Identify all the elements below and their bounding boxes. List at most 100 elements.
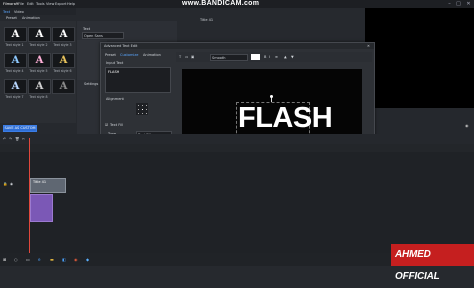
menu-file[interactable]: File xyxy=(18,2,24,6)
rotate-handle-icon[interactable] xyxy=(270,95,273,98)
preset-select[interactable]: Smooth xyxy=(210,54,248,61)
window-title-bar: Filmora9 File Edit Tools View Export Hel… xyxy=(0,0,474,8)
font-select-value: Open Sans xyxy=(84,33,103,38)
thumb-label: Text style 7 xyxy=(5,95,24,99)
delete-icon[interactable]: 🗑 xyxy=(15,137,19,141)
font-select[interactable]: Open Sans xyxy=(82,32,124,39)
thumb-label: Text style 4 xyxy=(5,69,24,73)
folder-icon[interactable]: ▬ xyxy=(50,257,54,262)
thumb-label: Text style 6 xyxy=(53,69,72,73)
thumb-label: Text style 3 xyxy=(53,43,72,47)
title-thumb-4[interactable]: A xyxy=(4,53,27,68)
title-preset-grid: A Text style 1 A Text style 2 A Text sty… xyxy=(0,21,76,132)
undo-icon[interactable]: ↶ xyxy=(3,137,6,141)
text-fill-label: Text Fill xyxy=(110,123,123,127)
logo-text: AHMED OFFICIAL xyxy=(395,249,440,282)
align-dot[interactable] xyxy=(137,108,139,110)
thumb-label: Text style 5 xyxy=(29,69,48,73)
menu-export[interactable]: Export xyxy=(55,2,66,6)
tab-video[interactable]: Video xyxy=(14,10,24,14)
tab-preset[interactable]: Preset xyxy=(105,53,116,57)
bold-icon[interactable]: B xyxy=(264,55,266,59)
preview-caption: Title 41 xyxy=(200,18,214,22)
canvas-text[interactable]: FLASH xyxy=(238,103,333,133)
align-icon[interactable]: ≡ xyxy=(275,55,278,59)
align-dot[interactable] xyxy=(145,104,147,106)
timeline xyxy=(0,144,474,253)
align-dot-selected[interactable] xyxy=(141,108,143,110)
search-icon[interactable]: ○ xyxy=(14,257,18,262)
menu-edit[interactable]: Edit xyxy=(27,2,34,6)
thumb-label: Text style 8 xyxy=(29,95,48,99)
shape-tool-icon[interactable]: ▭ xyxy=(185,55,188,59)
title-thumb-8[interactable]: A xyxy=(28,79,51,94)
layer-up-icon[interactable]: ▲ xyxy=(284,55,287,59)
title-thumb-7[interactable]: A xyxy=(4,79,27,94)
dialog-title: Advanced Text Edit xyxy=(104,44,138,48)
dialog-preview-toolbar: T ▭ ▣ Smooth B I ≡ ▲ ▼ xyxy=(176,52,372,62)
browser-icon[interactable]: e xyxy=(38,257,40,262)
text-tool-icon[interactable]: T xyxy=(179,55,181,59)
timeline-ruler[interactable] xyxy=(0,144,474,152)
cut-icon[interactable]: ✂ xyxy=(22,137,25,141)
preview-controls: ◉ xyxy=(365,108,474,136)
tab-preset[interactable]: Preset xyxy=(6,16,17,20)
video-preview xyxy=(365,8,474,118)
start-icon[interactable]: ⊞ xyxy=(3,257,6,262)
input-text-value: FLASH xyxy=(108,70,120,74)
snapshot-icon[interactable]: ◉ xyxy=(465,123,469,128)
tab-customize[interactable]: Customize xyxy=(120,53,138,57)
save-as-custom-button[interactable]: SAVE AS CUSTOM xyxy=(3,125,37,132)
menu-help[interactable]: Help xyxy=(67,2,75,6)
chrome-icon[interactable]: ◉ xyxy=(74,257,78,262)
tab-animation[interactable]: Animation xyxy=(143,53,161,57)
task-view-icon[interactable]: ▭ xyxy=(26,257,30,262)
alignment-label: Alignment xyxy=(106,97,124,101)
title-thumb-1[interactable]: A xyxy=(4,27,27,42)
settings-label: Settings xyxy=(84,82,99,86)
minimize-icon[interactable]: – xyxy=(446,1,453,7)
title-thumb-5[interactable]: A xyxy=(28,53,51,68)
text-fill-checkbox[interactable]: ☑ xyxy=(105,123,108,127)
align-dot[interactable] xyxy=(141,112,143,114)
align-dot[interactable] xyxy=(145,108,147,110)
lock-icon[interactable]: 🔒 xyxy=(3,182,7,186)
toolbar-color-swatch[interactable] xyxy=(251,54,260,60)
maximize-icon[interactable]: □ xyxy=(455,1,462,7)
menu-tools[interactable]: Tools xyxy=(36,2,45,6)
input-text-label: Input Text xyxy=(106,61,124,65)
timeline-toolbar: ↶ ↷ 🗑 ✂ xyxy=(0,134,474,144)
tab-text[interactable]: Text xyxy=(3,10,10,14)
close-icon[interactable]: ✕ xyxy=(465,1,472,7)
preset-select-value: Smooth xyxy=(212,55,226,60)
align-dot[interactable] xyxy=(145,112,147,114)
menu-view[interactable]: View xyxy=(46,2,54,6)
redo-icon[interactable]: ↷ xyxy=(9,137,12,141)
align-dot[interactable] xyxy=(137,112,139,114)
italic-icon[interactable]: I xyxy=(269,55,270,59)
media-tabs: Text Video xyxy=(0,8,76,15)
tab-animation[interactable]: Animation xyxy=(22,16,40,20)
app-title: Filmora9 xyxy=(3,2,19,6)
edit-panel-header: Text xyxy=(83,27,91,31)
layer-down-icon[interactable]: ▼ xyxy=(291,55,294,59)
timeline-playhead[interactable] xyxy=(29,138,30,253)
recording-watermark: www.BANDICAM.com xyxy=(182,0,260,7)
input-text-field[interactable]: FLASH xyxy=(105,67,171,93)
filmora-icon[interactable]: ◆ xyxy=(86,257,89,262)
alignment-grid[interactable] xyxy=(136,103,148,115)
align-dot[interactable] xyxy=(137,104,139,106)
title-thumb-3[interactable]: A xyxy=(52,27,75,42)
channel-logo: AHMED OFFICIAL xyxy=(391,244,474,282)
title-thumb-6[interactable]: A xyxy=(52,53,75,68)
title-thumb-2[interactable]: A xyxy=(28,27,51,42)
store-icon[interactable]: ◧ xyxy=(62,257,66,262)
dialog-close-icon[interactable]: ✕ xyxy=(367,44,370,48)
align-dot[interactable] xyxy=(141,104,143,106)
video-clip[interactable] xyxy=(30,194,53,222)
title-clip[interactable]: Title 41 xyxy=(30,178,66,193)
eye-icon[interactable]: ◉ xyxy=(10,182,13,186)
image-tool-icon[interactable]: ▣ xyxy=(191,55,194,59)
dialog-title-bar: Advanced Text Edit ✕ xyxy=(101,43,374,49)
title-thumb-9[interactable]: A xyxy=(52,79,75,94)
